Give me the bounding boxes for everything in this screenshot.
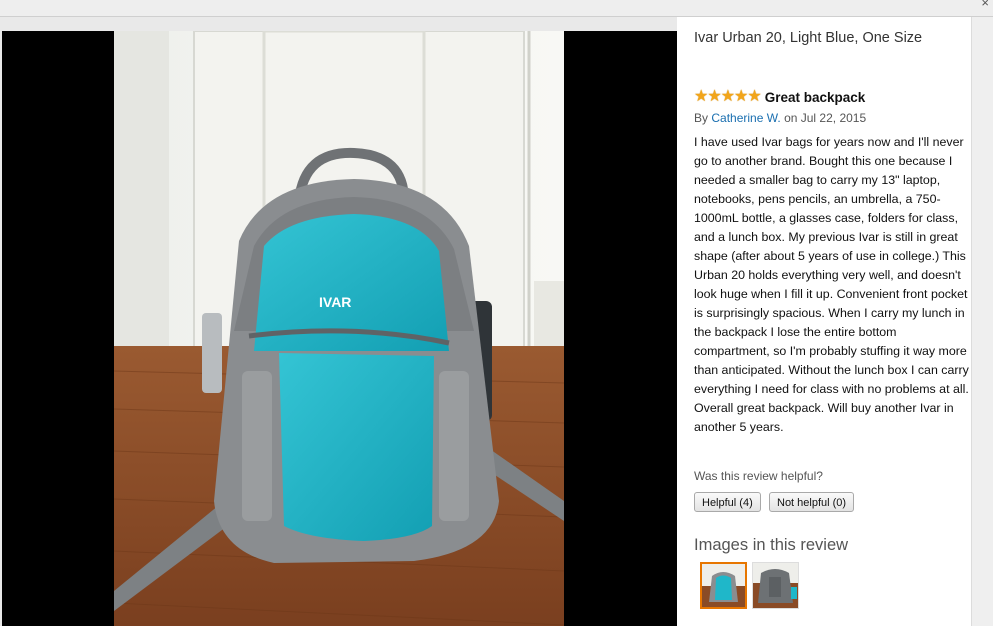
review-byline: By Catherine W. on Jul 22, 2015 bbox=[694, 111, 866, 125]
backpack-photo-image: IVAR bbox=[114, 31, 564, 626]
review-image-thumbnail-2[interactable] bbox=[752, 562, 799, 609]
product-title: Ivar Urban 20, Light Blue, One Size bbox=[694, 30, 923, 46]
review-body: I have used Ivar bags for years now and … bbox=[694, 135, 969, 434]
close-icon[interactable]: × bbox=[981, 0, 989, 10]
backpack-logo: IVAR bbox=[319, 294, 351, 310]
review-header: ★ ★ ★ ★ ★ Great backpack bbox=[694, 89, 865, 105]
author-link[interactable]: Catherine W. bbox=[711, 111, 780, 125]
helpful-button[interactable]: Helpful (4) bbox=[694, 492, 761, 512]
review-panel: Ivar Urban 20, Light Blue, One Size ★ ★ … bbox=[677, 17, 971, 626]
review-image-thumbnail-1[interactable] bbox=[700, 562, 747, 609]
window-top-bar: × bbox=[0, 0, 993, 17]
by-prefix: By bbox=[694, 111, 709, 125]
scrollbar-track[interactable] bbox=[971, 17, 993, 626]
thumbnail-image bbox=[702, 564, 745, 607]
star-icon: ★ bbox=[707, 88, 722, 105]
helpful-question: Was this review helpful? bbox=[694, 469, 823, 483]
star-rating: ★ ★ ★ ★ ★ bbox=[694, 88, 762, 105]
star-icon: ★ bbox=[747, 88, 762, 105]
star-icon: ★ bbox=[720, 88, 736, 105]
not-helpful-button[interactable]: Not helpful (0) bbox=[769, 492, 855, 512]
review-title: Great backpack bbox=[764, 89, 866, 105]
review-date: on Jul 22, 2015 bbox=[784, 111, 867, 125]
thumbnail-image bbox=[753, 563, 798, 608]
images-heading: Images in this review bbox=[694, 536, 849, 554]
image-viewer: IVAR bbox=[2, 31, 677, 626]
review-photo: IVAR bbox=[114, 31, 564, 626]
